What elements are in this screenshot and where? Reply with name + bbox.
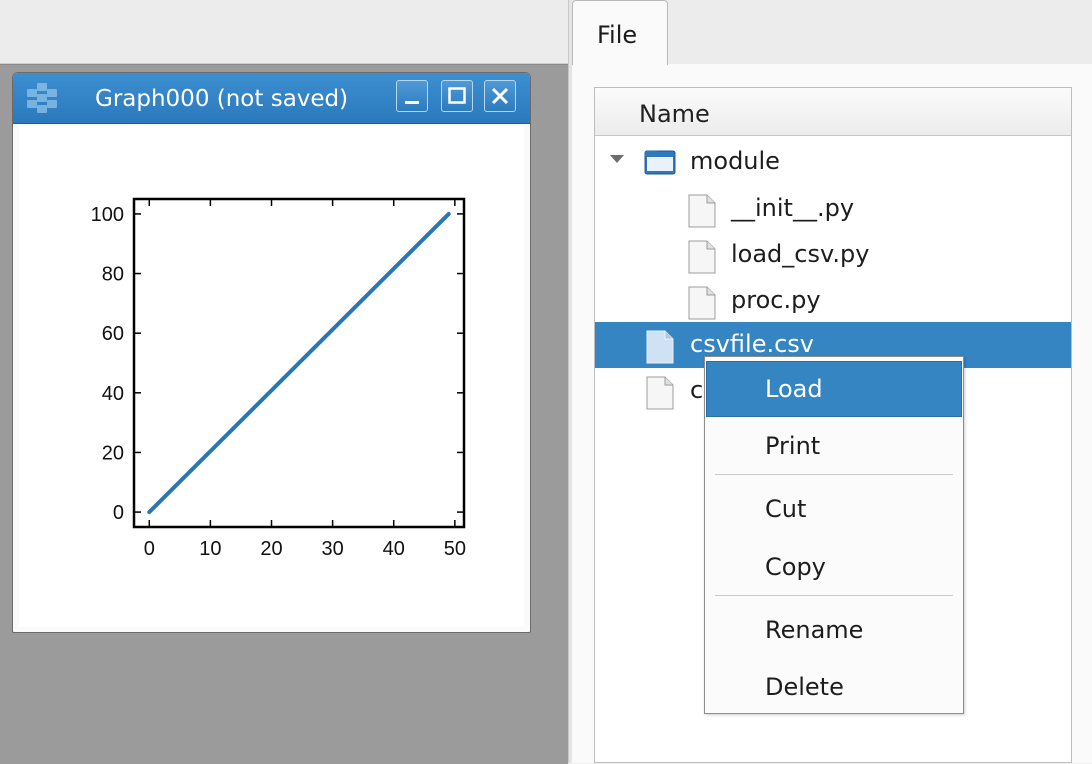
- tab-file-label: File: [597, 21, 638, 49]
- menu-item-copy[interactable]: Copy: [706, 539, 962, 595]
- tree-item-load-csv-py[interactable]: load_csv.py: [595, 232, 1071, 278]
- tree-item-label: proc.py: [731, 286, 821, 314]
- series-line: [147, 211, 451, 515]
- graph-window-title: Graph000 (not saved): [95, 86, 349, 112]
- menu-item-label: Rename: [765, 616, 864, 644]
- plot-canvas[interactable]: 0 10 20 30 40 50 0 20 40 60 80 100: [19, 125, 524, 627]
- tree-item-module[interactable]: module: [595, 139, 1071, 185]
- menu-item-load[interactable]: Load: [706, 361, 962, 417]
- tree-item-label: c: [690, 376, 704, 404]
- x-tick-label: 20: [260, 538, 282, 560]
- y-tick-label: 0: [113, 502, 124, 524]
- y-tick-label: 100: [91, 204, 124, 226]
- file-icon: [646, 376, 674, 410]
- column-header-name[interactable]: Name: [595, 88, 1071, 136]
- y-tick-label: 20: [102, 442, 124, 464]
- minimize-button[interactable]: [396, 80, 428, 112]
- menu-item-cut[interactable]: Cut: [706, 481, 962, 537]
- context-menu[interactable]: Load Print Cut Copy Rename Delete: [704, 356, 964, 714]
- app-logo-icon: [27, 83, 57, 113]
- x-tick-label: 0: [144, 538, 155, 560]
- menu-item-rename[interactable]: Rename: [706, 602, 962, 658]
- expand-arrow-icon[interactable]: [609, 153, 625, 165]
- x-tick-label: 30: [321, 538, 343, 560]
- x-tick-label: 10: [199, 538, 221, 560]
- file-icon: [688, 240, 716, 274]
- maximize-icon: [448, 87, 466, 104]
- y-tick-label: 80: [102, 264, 124, 286]
- file-icon: [646, 330, 674, 364]
- tree-item-label: module: [690, 147, 780, 175]
- minimize-icon: [405, 101, 419, 104]
- y-tick-label: 60: [102, 323, 124, 345]
- tree-item-label: csvfile.csv: [690, 330, 814, 358]
- tree-item-init-py[interactable]: __init__.py: [595, 186, 1071, 232]
- menu-item-label: Delete: [765, 673, 844, 701]
- menu-separator: [715, 595, 953, 596]
- menu-item-delete[interactable]: Delete: [706, 659, 962, 715]
- menu-item-label: Copy: [765, 553, 826, 581]
- tab-file[interactable]: File: [572, 0, 668, 65]
- maximize-button[interactable]: [441, 80, 473, 112]
- x-tick-label: 50: [444, 538, 466, 560]
- menu-item-label: Cut: [765, 495, 807, 523]
- tree-item-proc-py[interactable]: proc.py: [595, 278, 1071, 324]
- menu-item-print[interactable]: Print: [706, 418, 962, 474]
- line-chart: 0 10 20 30 40 50 0 20 40 60 80 100: [91, 197, 466, 560]
- folder-icon: [644, 150, 676, 175]
- toolbar-strip: [0, 0, 572, 64]
- file-icon: [688, 286, 716, 320]
- menu-item-label: Load: [765, 375, 823, 403]
- close-button[interactable]: [484, 80, 516, 112]
- close-icon: [491, 87, 509, 105]
- menu-item-label: Print: [765, 432, 821, 460]
- y-tick-label: 40: [102, 383, 124, 405]
- graph-window-titlebar[interactable]: Graph000 (not saved): [13, 73, 530, 124]
- file-icon: [688, 194, 716, 228]
- graph-window[interactable]: Graph000 (not saved) 0 10 20 30 40 50 0 20 40 60 8…: [12, 72, 531, 633]
- tree-item-label: load_csv.py: [731, 240, 870, 268]
- menu-separator: [715, 474, 953, 475]
- x-tick-label: 40: [383, 538, 405, 560]
- tree-item-label: __init__.py: [731, 194, 855, 222]
- column-header-label: Name: [639, 100, 710, 128]
